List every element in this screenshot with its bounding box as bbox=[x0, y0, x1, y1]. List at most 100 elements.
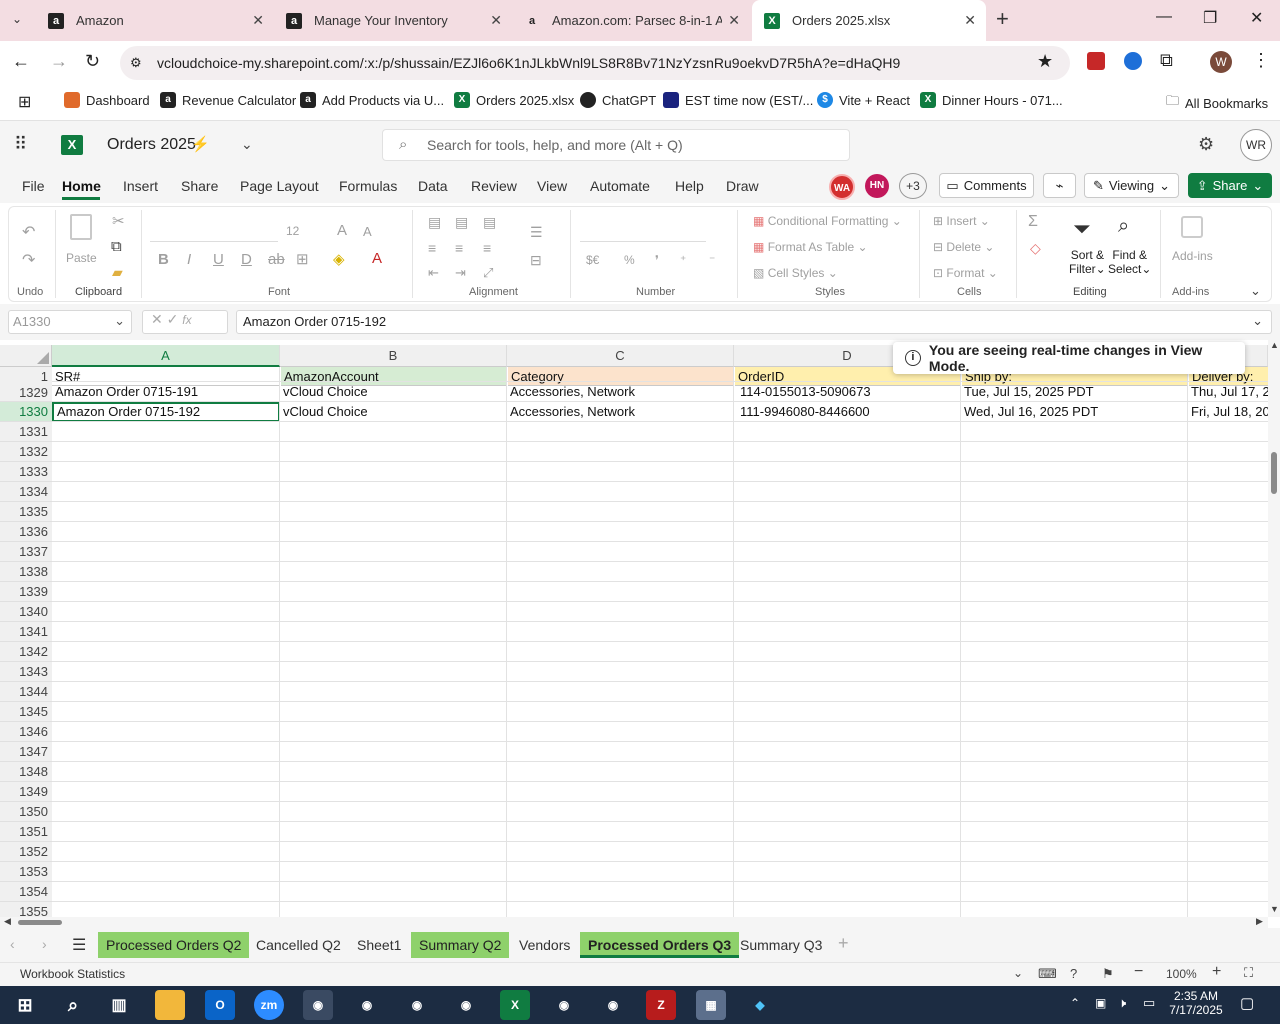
zoom-app-icon[interactable]: zm bbox=[254, 990, 284, 1020]
cell-account[interactable]: vCloud Choice bbox=[280, 382, 507, 402]
bookmark-revenue-calculator[interactable]: a Revenue Calculator bbox=[160, 92, 296, 108]
app-launcher-icon[interactable]: ⠿ bbox=[14, 134, 27, 155]
align-bottom-icon[interactable]: ▤ bbox=[483, 214, 496, 231]
row-header[interactable]: 1354 bbox=[0, 882, 52, 902]
insert-function-icon[interactable]: fx bbox=[182, 313, 191, 327]
profile-avatar[interactable]: W bbox=[1210, 51, 1232, 73]
row-header[interactable]: 1346 bbox=[0, 722, 52, 742]
chrome-profile-icon[interactable]: ◉ bbox=[549, 990, 579, 1020]
strikethrough-icon[interactable]: ab bbox=[268, 251, 285, 268]
column-header-b[interactable]: B bbox=[280, 345, 507, 367]
tab-help[interactable]: Help bbox=[675, 178, 704, 194]
browser-tab-inventory[interactable]: a Manage Your Inventory ✕ bbox=[274, 0, 512, 41]
bookmark-orders[interactable]: X Orders 2025.xlsx bbox=[454, 92, 574, 108]
fill-color-icon[interactable]: ◈ bbox=[333, 250, 345, 268]
merge-center-icon[interactable]: ⊟ bbox=[530, 252, 542, 269]
next-sheet-icon[interactable]: › bbox=[42, 936, 47, 952]
collaborator-avatar[interactable]: HN bbox=[865, 174, 889, 198]
scroll-up-icon[interactable]: ▲ bbox=[1270, 340, 1279, 350]
bookmark-dashboard[interactable]: Dashboard bbox=[64, 92, 150, 108]
find-magnifier-icon[interactable]: ⌕ bbox=[1118, 215, 1129, 238]
cell-sr[interactable]: Amazon Order 0715-191 bbox=[52, 382, 280, 402]
column-header-a[interactable]: A bbox=[52, 345, 280, 367]
bookmark-vite-react[interactable]: $ Vite + React bbox=[817, 92, 910, 108]
insert-cells-button[interactable]: ⊞ Insert ⌄ bbox=[933, 214, 990, 228]
vertical-scroll-thumb[interactable] bbox=[1271, 452, 1277, 494]
extensions-puzzle-icon[interactable]: ⧉ bbox=[1160, 50, 1173, 71]
addins-button[interactable]: Add-ins bbox=[1172, 249, 1213, 263]
user-avatar[interactable]: WR bbox=[1240, 129, 1272, 161]
outlook-icon[interactable]: O bbox=[205, 990, 235, 1020]
row-header[interactable]: 1335 bbox=[0, 502, 52, 522]
tab-page-layout[interactable]: Page Layout bbox=[240, 178, 319, 194]
row-header[interactable]: 1342 bbox=[0, 642, 52, 662]
bookmark-star-icon[interactable]: ★ bbox=[1037, 51, 1053, 72]
fullscreen-icon[interactable]: ⛶ bbox=[1244, 965, 1253, 981]
restore-icon[interactable]: ❐ bbox=[1203, 8, 1217, 28]
orientation-icon[interactable]: ⤢ bbox=[483, 265, 493, 281]
decrease-indent-icon[interactable]: ⇤ bbox=[428, 265, 439, 281]
tab-insert[interactable]: Insert bbox=[123, 178, 158, 194]
chrome-profile-icon[interactable]: ◉ bbox=[352, 990, 382, 1020]
row-header[interactable]: 1338 bbox=[0, 562, 52, 582]
chrome-profile-icon[interactable]: ◉ bbox=[451, 990, 481, 1020]
align-center-icon[interactable]: ≡ bbox=[455, 240, 463, 256]
row-header[interactable]: 1333 bbox=[0, 462, 52, 482]
cell-order-id[interactable]: 111-9946080-8446600 bbox=[734, 402, 961, 422]
url-text[interactable]: vcloudchoice-my.sharepoint.com/:x:/p/shu… bbox=[157, 55, 900, 71]
row-header[interactable]: 1334 bbox=[0, 482, 52, 502]
comma-style-icon[interactable]: ❜ bbox=[655, 253, 659, 267]
worksheet-grid[interactable] bbox=[0, 345, 1268, 917]
chevron-down-icon[interactable]: ⌄ bbox=[1013, 966, 1023, 980]
row-header[interactable]: 1350 bbox=[0, 802, 52, 822]
windows-start-icon[interactable]: ⊞ bbox=[10, 990, 40, 1020]
back-icon[interactable]: ← bbox=[12, 51, 30, 72]
cell-order-id[interactable]: 114-0155013-5090673 bbox=[734, 382, 961, 402]
ribbon-expand-chevron-icon[interactable]: ⌄ bbox=[1250, 283, 1261, 299]
delete-cells-button[interactable]: ⊟ Delete ⌄ bbox=[933, 240, 994, 254]
search-icon[interactable]: ⌕ bbox=[58, 990, 88, 1020]
keyboard-icon[interactable]: ⌨ bbox=[1038, 966, 1057, 982]
add-sheet-icon[interactable]: + bbox=[838, 933, 849, 954]
minimize-icon[interactable]: — bbox=[1156, 8, 1172, 26]
comments-button[interactable]: ▭ Comments bbox=[939, 173, 1034, 198]
italic-icon[interactable]: I bbox=[187, 251, 191, 268]
volume-muted-icon[interactable]: 🕨 bbox=[1118, 995, 1126, 1011]
clock[interactable]: 2:35 AM 7/17/2025 bbox=[1168, 989, 1224, 1017]
chrome-icon[interactable]: ◉ bbox=[303, 990, 333, 1020]
row-header[interactable]: 1343 bbox=[0, 662, 52, 682]
all-bookmarks[interactable]: 🗀 All Bookmarks bbox=[1166, 92, 1268, 114]
title-chevron-icon[interactable]: ⌄ bbox=[241, 136, 253, 153]
sheet-tab-processed-orders-q2[interactable]: Processed Orders Q2 bbox=[98, 932, 250, 958]
cell-ship-by[interactable]: Tue, Jul 15, 2025 PDT bbox=[961, 382, 1188, 402]
double-underline-icon[interactable]: D bbox=[241, 251, 252, 268]
cell-ship-by[interactable]: Wed, Jul 16, 2025 PDT bbox=[961, 402, 1188, 422]
accounting-format-icon[interactable]: $€ bbox=[586, 253, 599, 267]
row-header[interactable]: 1337 bbox=[0, 542, 52, 562]
zoom-level[interactable]: 100% bbox=[1166, 967, 1197, 981]
help-icon[interactable]: ? bbox=[1070, 966, 1077, 981]
cell-deliver-by[interactable]: Thu, Jul 17, 2 bbox=[1188, 382, 1268, 402]
sheet-tab-summary-q3[interactable]: Summary Q3 bbox=[732, 932, 830, 958]
row-header[interactable]: 1330 bbox=[0, 402, 52, 422]
close-tab-icon[interactable]: ✕ bbox=[728, 12, 740, 29]
row-header[interactable]: 1340 bbox=[0, 602, 52, 622]
sheet-tab-cancelled-q2[interactable]: Cancelled Q2 bbox=[248, 932, 349, 958]
cell-category[interactable]: Accessories, Network bbox=[507, 382, 734, 402]
sort-filter-button[interactable]: Sort & Filter⌄ bbox=[1069, 248, 1106, 276]
excel-taskbar-icon[interactable]: X bbox=[500, 990, 530, 1020]
row-header[interactable]: 1353 bbox=[0, 862, 52, 882]
row-header[interactable]: 1348 bbox=[0, 762, 52, 782]
row-header[interactable]: 1349 bbox=[0, 782, 52, 802]
format-painter-icon[interactable]: ▰ bbox=[112, 264, 123, 281]
align-middle-icon[interactable]: ▤ bbox=[455, 214, 468, 231]
row-header[interactable]: 1351 bbox=[0, 822, 52, 842]
horizontal-scrollbar[interactable]: ◀ ▶ bbox=[0, 916, 1268, 928]
search-box[interactable]: ⌕ Search for tools, help, and more (Alt … bbox=[382, 129, 850, 161]
redo-icon[interactable]: ↷ bbox=[22, 250, 35, 270]
increase-indent-icon[interactable]: ⇥ bbox=[455, 265, 466, 281]
format-as-table-button[interactable]: ▦ Format As Table ⌄ bbox=[753, 240, 868, 254]
zoom-out-icon[interactable]: − bbox=[1134, 963, 1143, 981]
sheet-tab-summary-q2[interactable]: Summary Q2 bbox=[411, 932, 510, 958]
bookmark-add-products[interactable]: a Add Products via U... bbox=[300, 92, 444, 108]
